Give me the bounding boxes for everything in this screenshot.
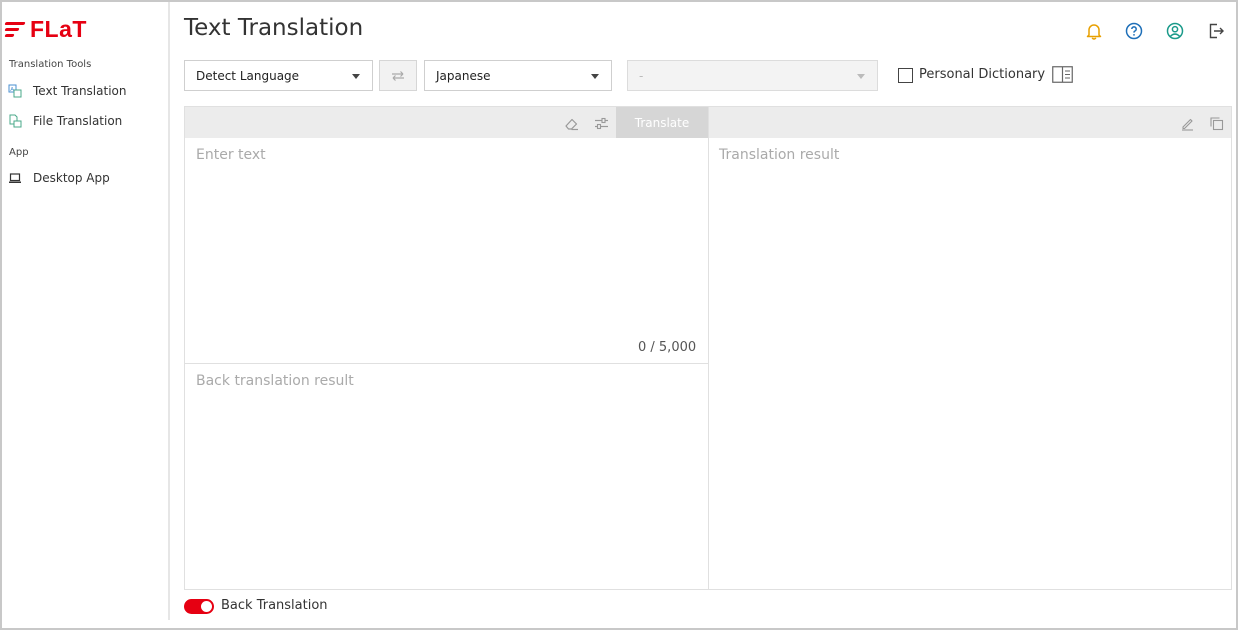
field-select-value: - <box>639 68 644 83</box>
text-translation-icon: A <box>8 84 22 98</box>
character-counter: 0 / 5,000 <box>638 340 697 355</box>
source-placeholder: Enter text <box>196 147 266 163</box>
svg-text:A: A <box>10 87 14 93</box>
source-language-value: Detect Language <box>196 68 300 83</box>
bell-icon[interactable] <box>1083 20 1105 42</box>
page-title: Text Translation <box>184 15 364 41</box>
chevron-down-icon <box>857 74 865 79</box>
sidebar-item-desktop-app[interactable]: Desktop App <box>8 166 166 190</box>
back-translation-toggle[interactable] <box>184 599 214 614</box>
settings-sliders-icon[interactable] <box>593 115 609 131</box>
sidebar: FLaT Translation Tools A Text Translatio… <box>2 2 170 620</box>
swap-languages-button[interactable] <box>379 60 417 91</box>
personal-dictionary-checkbox[interactable] <box>898 68 913 83</box>
logo-mark <box>4 19 27 39</box>
translation-panels: Translate Enter text 0 / 5,000 Back tran… <box>184 106 1232 590</box>
file-translation-icon <box>8 114 22 128</box>
translation-result-output: Translation result <box>709 138 1231 589</box>
brand-logo[interactable]: FLaT <box>4 16 87 42</box>
laptop-icon <box>8 171 22 185</box>
edit-icon[interactable] <box>1179 115 1195 131</box>
target-language-value: Japanese <box>436 68 491 83</box>
logo-text: FLaT <box>30 16 87 42</box>
dictionary-view-icon[interactable] <box>1052 66 1073 83</box>
chevron-down-icon <box>352 74 360 79</box>
result-toolbar <box>709 107 1231 138</box>
field-select[interactable]: - <box>627 60 878 91</box>
target-language-select[interactable]: Japanese <box>424 60 612 91</box>
eraser-icon[interactable] <box>563 115 579 131</box>
sidebar-item-label: File Translation <box>33 114 123 128</box>
toggle-knob <box>201 601 212 612</box>
sidebar-item-label: Desktop App <box>33 171 110 185</box>
sidebar-item-file-translation[interactable]: File Translation <box>8 109 166 133</box>
swap-arrows-icon <box>392 70 404 81</box>
personal-dictionary-label[interactable]: Personal Dictionary <box>919 67 1045 82</box>
source-language-select[interactable]: Detect Language <box>184 60 373 91</box>
source-toolbar: Translate <box>185 107 708 138</box>
back-translation-output: Back translation result <box>185 364 708 589</box>
chevron-down-icon <box>591 74 599 79</box>
logout-icon[interactable] <box>1205 20 1227 42</box>
account-icon[interactable] <box>1164 20 1186 42</box>
source-text-input[interactable]: Enter text <box>185 138 708 363</box>
sidebar-item-text-translation[interactable]: A Text Translation <box>8 79 166 103</box>
help-icon[interactable] <box>1123 20 1145 42</box>
sidebar-item-label: Text Translation <box>33 84 127 98</box>
back-translation-placeholder: Back translation result <box>196 373 354 389</box>
sidebar-section-app: App <box>9 147 29 158</box>
copy-icon[interactable] <box>1208 115 1224 131</box>
sidebar-section-translation-tools: Translation Tools <box>9 59 92 70</box>
back-translation-label: Back Translation <box>221 598 328 613</box>
translate-button[interactable]: Translate <box>616 107 708 138</box>
result-placeholder: Translation result <box>719 147 840 163</box>
